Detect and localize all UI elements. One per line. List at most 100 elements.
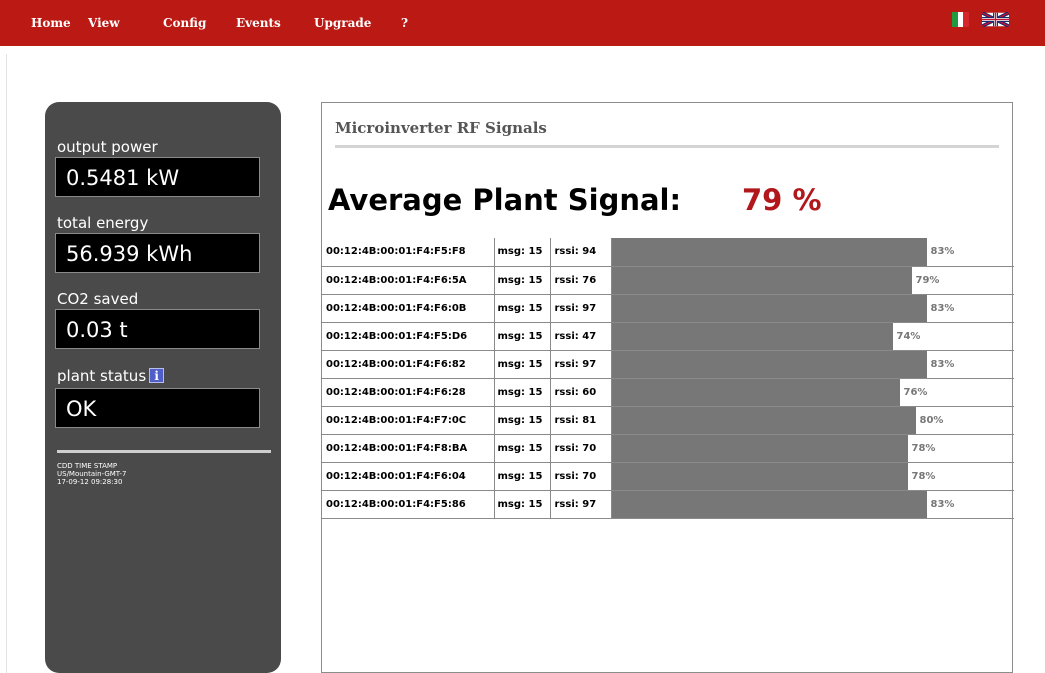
plant-status-label: plant status	[57, 367, 147, 385]
signal-row: 00:12:4B:00:01:F4:F6:5A msg: 15 rssi: 76 79…	[322, 266, 1014, 295]
signal-bar	[611, 490, 927, 518]
signal-bar	[611, 266, 912, 294]
signal-bar-cell: 83%	[611, 490, 1014, 519]
nav-view[interactable]: View	[88, 16, 120, 30]
signal-bar	[611, 406, 916, 434]
signal-bar	[611, 462, 908, 490]
rssi-value: rssi: 60	[550, 378, 612, 407]
title-divider	[335, 145, 999, 148]
message-count: msg: 15	[494, 434, 551, 463]
message-count: msg: 15	[494, 238, 551, 267]
device-address: 00:12:4B:00:01:F4:F5:D6	[322, 322, 495, 351]
signal-percent: 74%	[896, 330, 921, 342]
output-power-label: output power	[57, 138, 158, 156]
signal-percent: 78%	[911, 470, 936, 482]
nav-help[interactable]: ?	[401, 16, 408, 30]
signal-bar-cell: 76%	[611, 378, 1014, 407]
rssi-value: rssi: 81	[550, 406, 612, 435]
nav-events[interactable]: Events	[236, 16, 281, 30]
top-nav-bar: Home View Config Events Upgrade ?	[0, 0, 1045, 46]
message-count: msg: 15	[494, 406, 551, 435]
rssi-value: rssi: 76	[550, 266, 612, 295]
nav-home[interactable]: Home	[31, 16, 71, 30]
signal-row: 00:12:4B:00:01:F4:F5:86 msg: 15 rssi: 97 83…	[322, 490, 1014, 519]
italian-flag-icon[interactable]	[952, 12, 970, 27]
signal-bar-cell: 79%	[611, 266, 1014, 295]
signal-bar-cell: 80%	[611, 406, 1014, 435]
signal-row: 00:12:4B:00:01:F4:F6:04 msg: 15 rssi: 70 78…	[322, 462, 1014, 491]
rssi-value: rssi: 70	[550, 434, 612, 463]
signal-row: 00:12:4B:00:01:F4:F8:BA msg: 15 rssi: 70 78…	[322, 434, 1014, 463]
message-count: msg: 15	[494, 490, 551, 519]
time-stamp-title: CDD TIME STAMP	[57, 462, 118, 470]
message-count: msg: 15	[494, 322, 551, 351]
device-address: 00:12:4B:00:01:F4:F6:82	[322, 350, 495, 379]
signal-bar-cell: 83%	[611, 294, 1014, 323]
message-count: msg: 15	[494, 266, 551, 295]
panel-title: Microinverter RF Signals	[335, 119, 547, 137]
signal-bar	[611, 434, 908, 462]
plant-status-value: OK	[55, 388, 260, 428]
signal-row: 00:12:4B:00:01:F4:F6:28 msg: 15 rssi: 60 76…	[322, 378, 1014, 407]
message-count: msg: 15	[494, 462, 551, 491]
rssi-value: rssi: 97	[550, 294, 612, 323]
signal-percent: 83%	[930, 246, 955, 257]
signal-table: 00:12:4B:00:01:F4:F5:F8 msg: 15 rssi: 94 83…	[322, 238, 1014, 519]
signal-bar	[611, 322, 893, 350]
co2-saved-label: CO2 saved	[57, 290, 139, 308]
signal-bar-cell: 78%	[611, 434, 1014, 463]
device-address: 00:12:4B:00:01:F4:F5:86	[322, 490, 495, 519]
device-address: 00:12:4B:00:01:F4:F6:5A	[322, 266, 495, 295]
signal-bar-cell: 83%	[611, 350, 1014, 379]
signal-percent: 79%	[915, 274, 940, 286]
plant-summary-panel: output power 0.5481 kW total energy 56.9…	[45, 102, 281, 673]
signal-bar-cell: 83%	[611, 238, 1014, 267]
info-icon[interactable]: i	[149, 368, 165, 383]
rf-signals-panel: Microinverter RF Signals Average Plant S…	[321, 102, 1014, 673]
plant-status-label-row: plant status i	[57, 367, 165, 385]
average-signal-value: 79 %	[742, 183, 822, 217]
signal-bar-cell: 78%	[611, 462, 1014, 491]
signal-row: 00:12:4B:00:01:F4:F5:F8 msg: 15 rssi: 94 83…	[322, 238, 1014, 267]
time-stamp-datetime: 17-09-12 09:28:30	[57, 478, 123, 486]
total-energy-value: 56.939 kWh	[55, 233, 260, 273]
signal-bar-cell: 74%	[611, 322, 1014, 351]
nav-config[interactable]: Config	[163, 16, 206, 30]
page-left-divider	[6, 54, 7, 673]
device-address: 00:12:4B:00:01:F4:F8:BA	[322, 434, 495, 463]
co2-saved-value: 0.03 t	[55, 309, 260, 349]
signal-bar	[611, 238, 927, 266]
signal-row: 00:12:4B:00:01:F4:F7:0C msg: 15 rssi: 81 80…	[322, 406, 1014, 435]
signal-percent: 83%	[930, 358, 955, 370]
rssi-value: rssi: 94	[550, 238, 612, 267]
device-address: 00:12:4B:00:01:F4:F7:0C	[322, 406, 495, 435]
signal-bar	[611, 350, 927, 378]
signal-percent: 83%	[930, 498, 955, 510]
rssi-value: rssi: 97	[550, 490, 612, 519]
signal-bar	[611, 378, 900, 406]
signal-percent: 78%	[911, 442, 936, 454]
message-count: msg: 15	[494, 294, 551, 323]
signal-percent: 83%	[930, 302, 955, 314]
signal-row: 00:12:4B:00:01:F4:F6:0B msg: 15 rssi: 97 83…	[322, 294, 1014, 323]
time-stamp-zone: US/Mountain-GMT-7	[57, 470, 127, 478]
device-address: 00:12:4B:00:01:F4:F6:04	[322, 462, 495, 491]
device-address: 00:12:4B:00:01:F4:F6:28	[322, 378, 495, 407]
output-power-value: 0.5481 kW	[55, 157, 260, 197]
nav-upgrade[interactable]: Upgrade	[314, 16, 371, 30]
signal-percent: 76%	[903, 386, 928, 398]
device-address: 00:12:4B:00:01:F4:F6:0B	[322, 294, 495, 323]
uk-flag-icon[interactable]	[982, 12, 1009, 27]
total-energy-label: total energy	[57, 214, 149, 232]
average-signal-label: Average Plant Signal:	[328, 183, 682, 217]
signal-row: 00:12:4B:00:01:F4:F5:D6 msg: 15 rssi: 47 74…	[322, 322, 1014, 351]
rssi-value: rssi: 97	[550, 350, 612, 379]
message-count: msg: 15	[494, 350, 551, 379]
message-count: msg: 15	[494, 378, 551, 407]
device-address: 00:12:4B:00:01:F4:F5:F8	[322, 238, 495, 267]
rssi-value: rssi: 70	[550, 462, 612, 491]
panel-divider	[57, 450, 271, 453]
rssi-value: rssi: 47	[550, 322, 612, 351]
signal-percent: 80%	[919, 414, 944, 426]
signal-bar	[611, 294, 927, 322]
